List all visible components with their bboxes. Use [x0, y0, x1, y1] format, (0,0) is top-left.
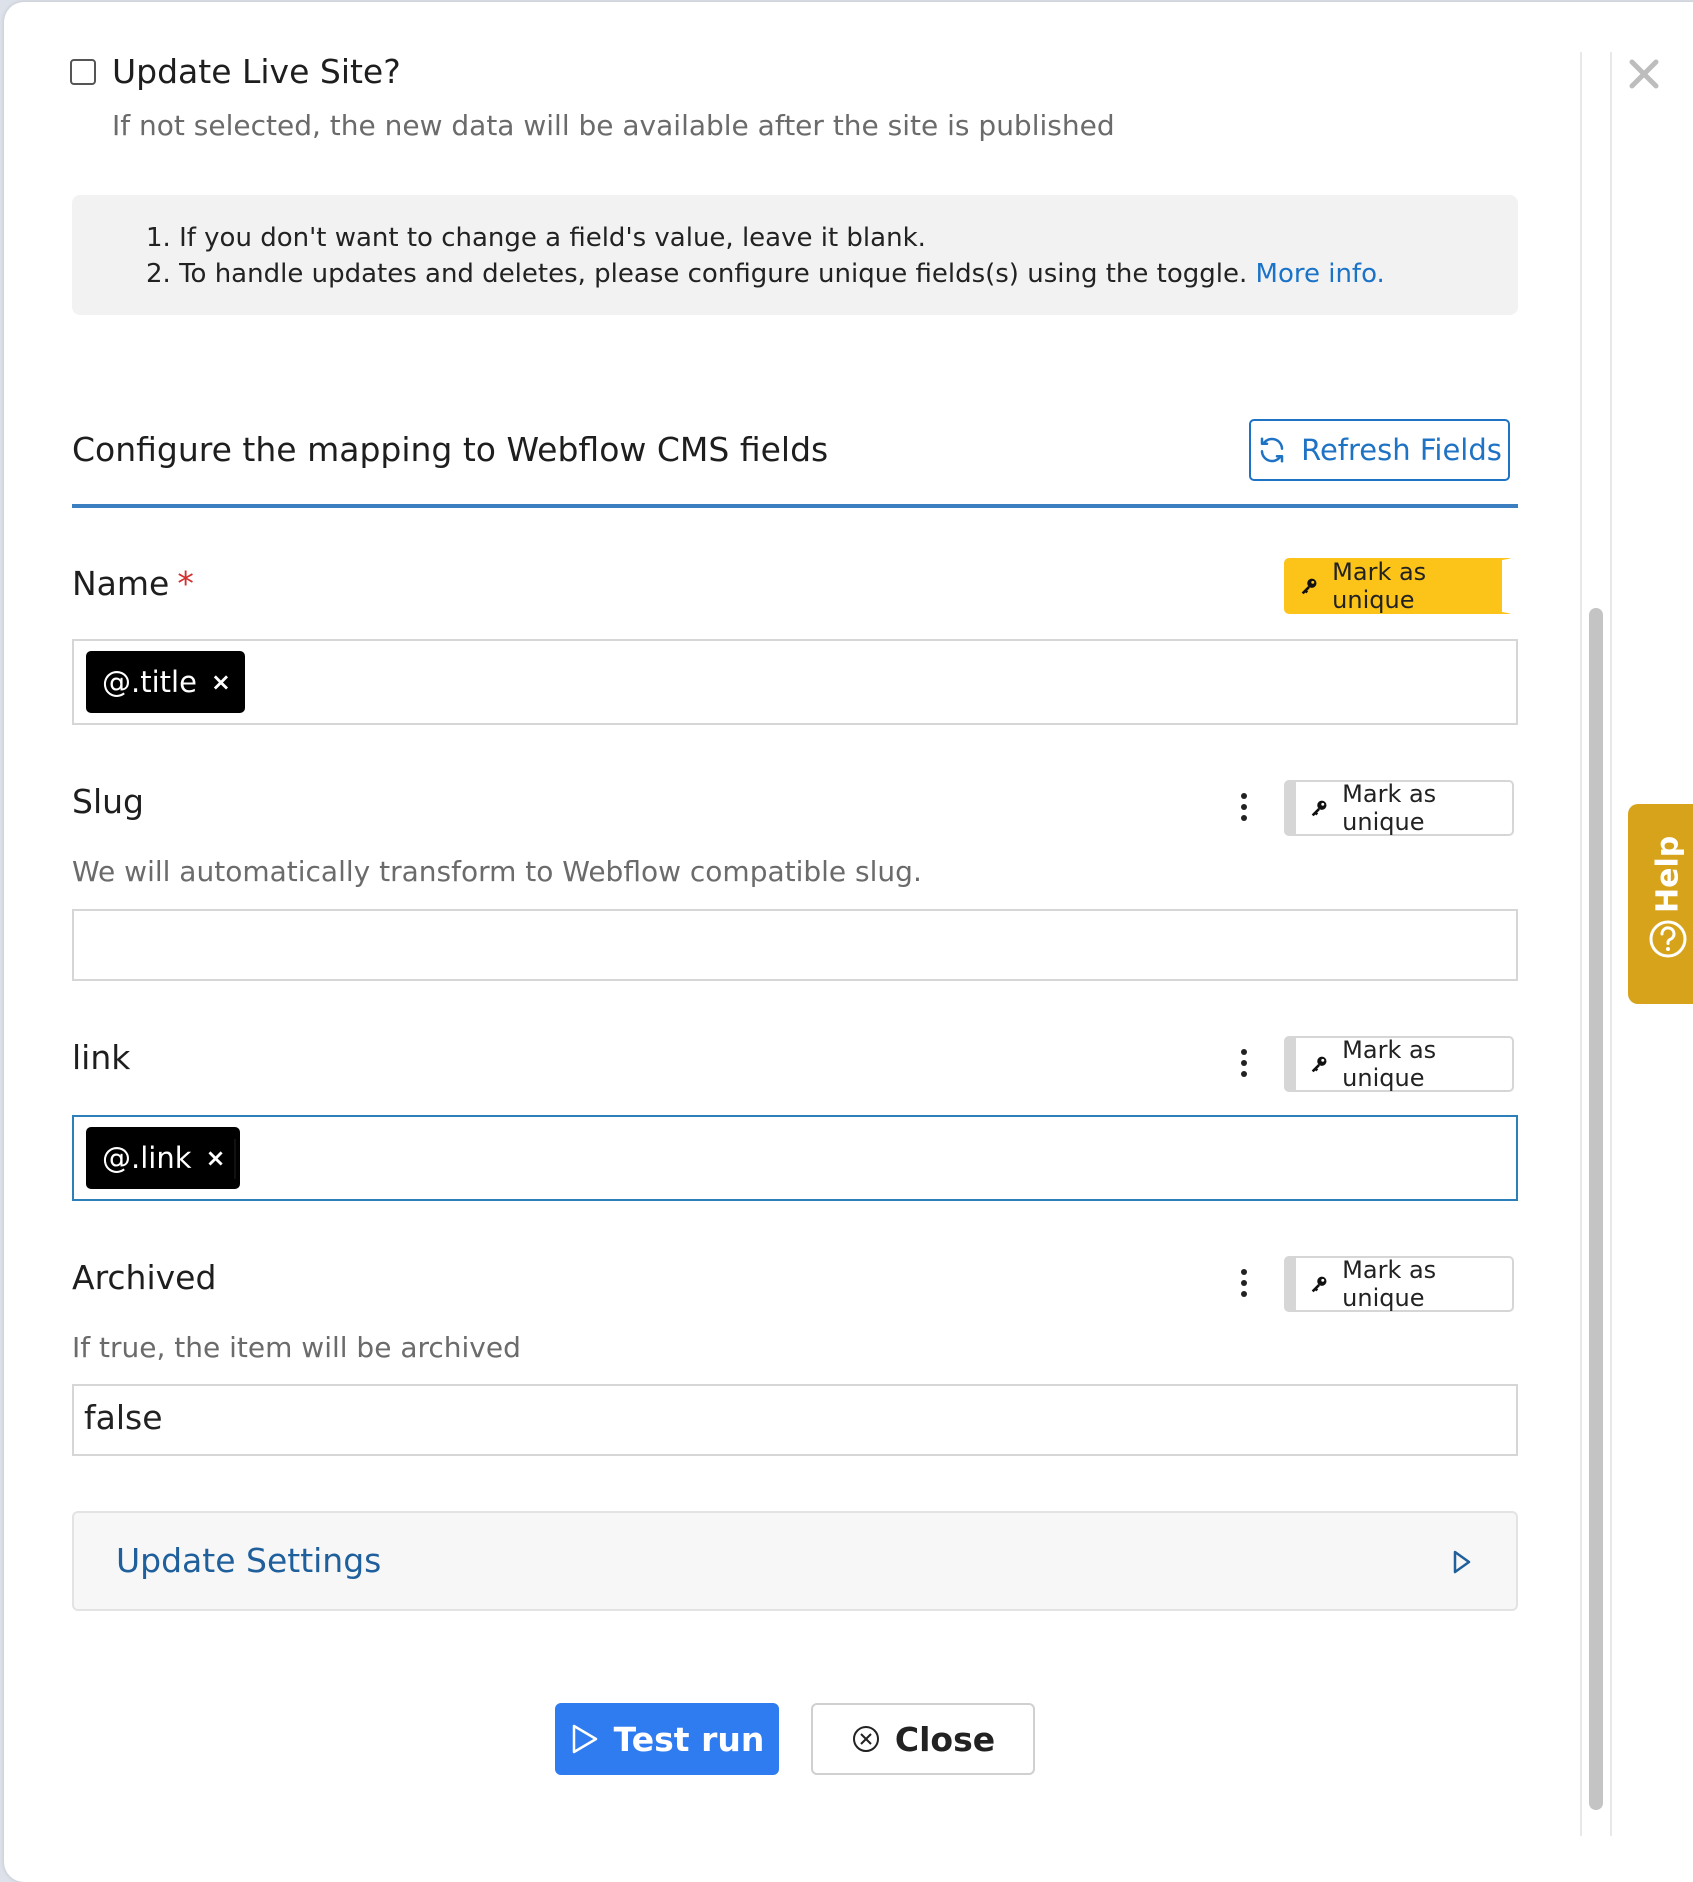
- key-icon: [1311, 1276, 1327, 1293]
- modal-dialog: Update Live Site? If not selected, the n…: [4, 2, 1693, 1882]
- remove-link-token-icon[interactable]: ×: [206, 1144, 226, 1172]
- note-item-2-text: 2. To handle updates and deletes, please…: [146, 259, 1248, 289]
- refresh-icon: [1260, 437, 1284, 463]
- name-mark-unique-label: Mark as unique: [1332, 558, 1427, 614]
- name-mark-unique-button[interactable]: Mark as unique: [1284, 558, 1514, 614]
- link-mark-unique-label: Mark as unique: [1342, 1036, 1437, 1092]
- section-divider: [72, 504, 1518, 508]
- slug-field-label: Slug: [72, 782, 144, 821]
- refresh-fields-label: Refresh Fields: [1301, 433, 1502, 467]
- link-options-kebab-icon[interactable]: [1234, 1043, 1254, 1083]
- note-item-1: 1. If you don't want to change a field's…: [146, 223, 926, 253]
- slug-mapping-input[interactable]: [72, 909, 1518, 981]
- required-mark: *: [177, 564, 194, 603]
- archived-mark-unique-button[interactable]: Mark as unique: [1284, 1256, 1514, 1312]
- mapping-section-title: Configure the mapping to Webflow CMS fie…: [72, 430, 829, 469]
- key-icon: [1301, 578, 1317, 595]
- scrollbar-thumb[interactable]: [1589, 608, 1603, 1810]
- remove-title-token-icon[interactable]: ×: [211, 668, 231, 696]
- test-run-label: Test run: [613, 1719, 765, 1759]
- link-mark-unique-button[interactable]: Mark as unique: [1284, 1036, 1514, 1092]
- close-button[interactable]: Close: [811, 1703, 1035, 1775]
- archived-field-label: Archived: [72, 1258, 217, 1297]
- update-settings-label: Update Settings: [116, 1541, 382, 1580]
- name-field-label: Name *: [72, 562, 194, 606]
- archived-mark-unique-label: Mark as unique: [1342, 1256, 1437, 1312]
- update-live-site-help: If not selected, the new data will be av…: [112, 109, 1115, 142]
- update-live-site-checkbox[interactable]: [70, 59, 96, 85]
- close-icon[interactable]: [1624, 54, 1664, 94]
- test-run-button[interactable]: Test run: [555, 1703, 779, 1775]
- update-live-site-label[interactable]: Update Live Site?: [112, 52, 401, 92]
- link-mapping-input[interactable]: @.link ×: [72, 1115, 1518, 1201]
- archived-value-input[interactable]: false: [72, 1384, 1518, 1456]
- help-tab[interactable]: Help: [1628, 804, 1693, 1004]
- archived-value: false: [84, 1398, 163, 1437]
- slug-mark-unique-label: Mark as unique: [1342, 780, 1437, 836]
- name-label-text: Name: [72, 564, 170, 603]
- slug-options-kebab-icon[interactable]: [1234, 787, 1254, 827]
- notes-box: 1. If you don't want to change a field's…: [72, 195, 1518, 315]
- close-label: Close: [894, 1719, 996, 1759]
- key-icon: [1311, 800, 1327, 817]
- question-circle-icon: [1649, 920, 1687, 958]
- scrollbar-track: [1580, 52, 1582, 1836]
- text-cursor: [234, 1139, 236, 1179]
- note-item-2: 2. To handle updates and deletes, please…: [146, 257, 1385, 291]
- link-field-label: link: [72, 1038, 131, 1077]
- scrollbar-track-edge: [1610, 52, 1612, 1836]
- play-icon: [572, 1724, 597, 1754]
- name-mapping-input[interactable]: @.title ×: [72, 639, 1518, 725]
- archived-description: If true, the item will be archived: [72, 1331, 521, 1364]
- key-icon: [1311, 1056, 1327, 1073]
- title-token-chip: @.title ×: [86, 651, 246, 713]
- refresh-fields-button[interactable]: Refresh Fields: [1249, 419, 1510, 481]
- circle-x-icon: [852, 1726, 879, 1752]
- archived-options-kebab-icon[interactable]: [1234, 1263, 1254, 1303]
- update-settings-panel[interactable]: Update Settings: [72, 1511, 1518, 1611]
- help-label: Help: [1650, 835, 1686, 913]
- title-token-label: @.title: [102, 665, 197, 699]
- link-token-label: @.link: [102, 1141, 192, 1175]
- link-token-chip: @.link ×: [86, 1127, 240, 1189]
- caret-right-icon: [1453, 1550, 1471, 1574]
- more-info-link[interactable]: More info.: [1256, 259, 1385, 289]
- slug-description: We will automatically transform to Webfl…: [72, 855, 922, 888]
- slug-mark-unique-button[interactable]: Mark as unique: [1284, 780, 1514, 836]
